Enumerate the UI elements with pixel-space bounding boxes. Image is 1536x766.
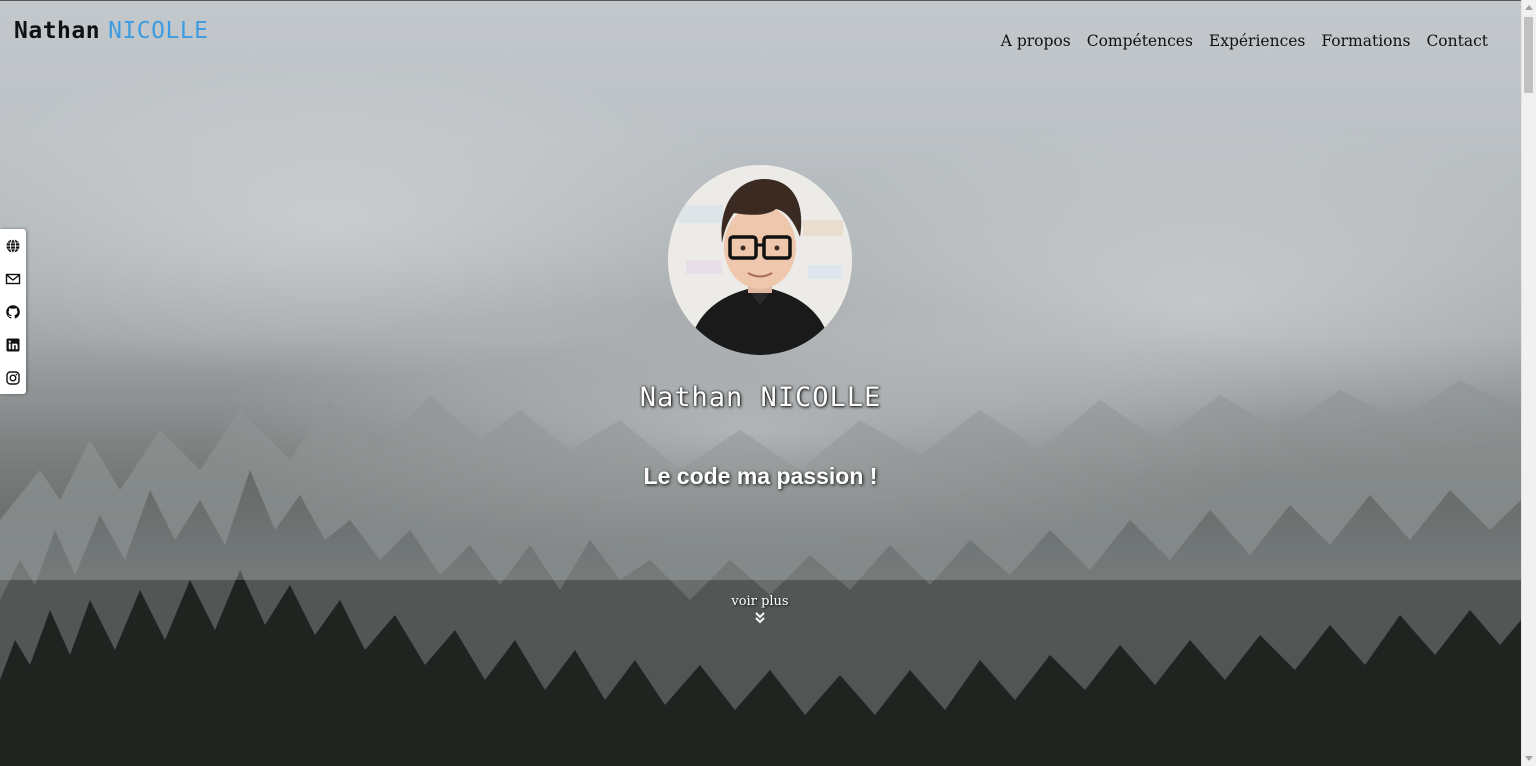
nav-link-contact[interactable]: Contact [1426,32,1488,50]
vertical-scrollbar[interactable] [1521,0,1536,766]
nav-link-competences[interactable]: Compétences [1087,32,1193,50]
window-top-border [0,0,1536,1]
envelope-icon[interactable] [5,271,21,287]
nav-link-experiences[interactable]: Expériences [1209,32,1305,50]
profile-photo [668,165,852,355]
page: Nathan NICOLLE A propos Compétences Expér… [0,0,1536,766]
site-brand[interactable]: Nathan NICOLLE [14,18,209,44]
nav-link-formations[interactable]: Formations [1321,32,1410,50]
linkedin-icon[interactable] [5,337,21,353]
scrollbar-thumb[interactable] [1524,17,1533,93]
social-sidebar [0,229,26,394]
brand-first-name: Nathan [14,18,101,44]
hero-tagline: Le code ma passion ! [643,463,878,489]
github-icon[interactable] [5,304,21,320]
scroll-down-arrow-icon[interactable] [1525,756,1533,761]
brand-last-name: NICOLLE [108,18,209,44]
scroll-up-arrow-icon[interactable] [1525,5,1533,10]
profile-avatar [668,165,852,355]
see-more-label: voir plus [731,594,789,609]
globe-icon[interactable] [5,238,21,254]
double-chevron-down-icon [755,612,765,624]
see-more-link[interactable]: voir plus [700,594,820,624]
nav-link-a-propos[interactable]: A propos [1001,32,1071,50]
hero-name: Nathan NICOLLE [639,382,882,413]
main-nav: A propos Compétences Expériences Formati… [1001,32,1488,50]
